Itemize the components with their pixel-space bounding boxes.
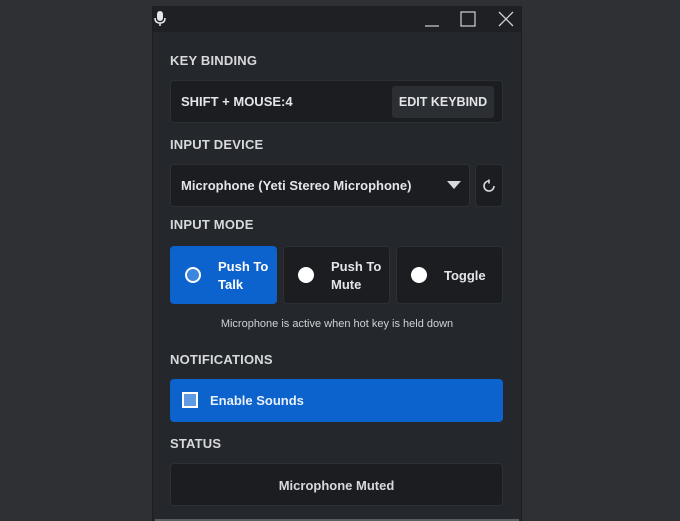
close-icon[interactable]: [497, 10, 515, 28]
input-device-select[interactable]: Microphone (Yeti Stereo Microphone): [170, 164, 470, 207]
input-device-value: Microphone (Yeti Stereo Microphone): [181, 178, 412, 193]
radio-selected-icon: [185, 267, 201, 283]
status-value: Microphone Muted: [278, 478, 395, 493]
microphone-icon: [154, 11, 166, 27]
key-binding-heading: KEY BINDING: [170, 53, 258, 68]
maximize-icon[interactable]: [459, 10, 477, 28]
input-mode-hint: Microphone is active when hot key is hel…: [220, 318, 454, 330]
radio-icon: [298, 267, 314, 283]
app-window: KEY BINDING SHIFT + MOUSE:4 EDIT KEYBIND…: [152, 6, 522, 521]
keybind-value: SHIFT + MOUSE:4: [181, 94, 293, 109]
enable-sounds-label: Enable Sounds: [210, 393, 304, 408]
status-heading: STATUS: [170, 436, 222, 451]
input-device-heading: INPUT DEVICE: [170, 137, 264, 152]
refresh-icon: [482, 179, 496, 193]
checkbox-checked-icon: [182, 392, 198, 408]
radio-icon: [411, 267, 427, 283]
mode-label: Push To Mute: [331, 259, 382, 292]
mode-label: Push To Talk: [218, 259, 269, 292]
title-bar[interactable]: [153, 6, 521, 32]
enable-sounds-toggle[interactable]: Enable Sounds: [170, 379, 503, 422]
mode-push-to-talk[interactable]: Push To Talk: [170, 246, 277, 304]
edit-keybind-button[interactable]: EDIT KEYBIND: [392, 86, 494, 118]
input-mode-heading: INPUT MODE: [170, 217, 254, 232]
mode-label: Toggle: [444, 268, 486, 283]
notifications-heading: NOTIFICATIONS: [170, 352, 273, 367]
mode-toggle[interactable]: Toggle: [396, 246, 503, 304]
status-panel: Microphone Muted: [170, 463, 503, 506]
minimize-icon[interactable]: [423, 10, 441, 28]
chevron-down-icon: [447, 181, 461, 189]
refresh-device-button[interactable]: [475, 164, 503, 207]
mode-push-to-mute[interactable]: Push To Mute: [283, 246, 390, 304]
key-binding-panel: SHIFT + MOUSE:4 EDIT KEYBIND: [170, 80, 503, 123]
